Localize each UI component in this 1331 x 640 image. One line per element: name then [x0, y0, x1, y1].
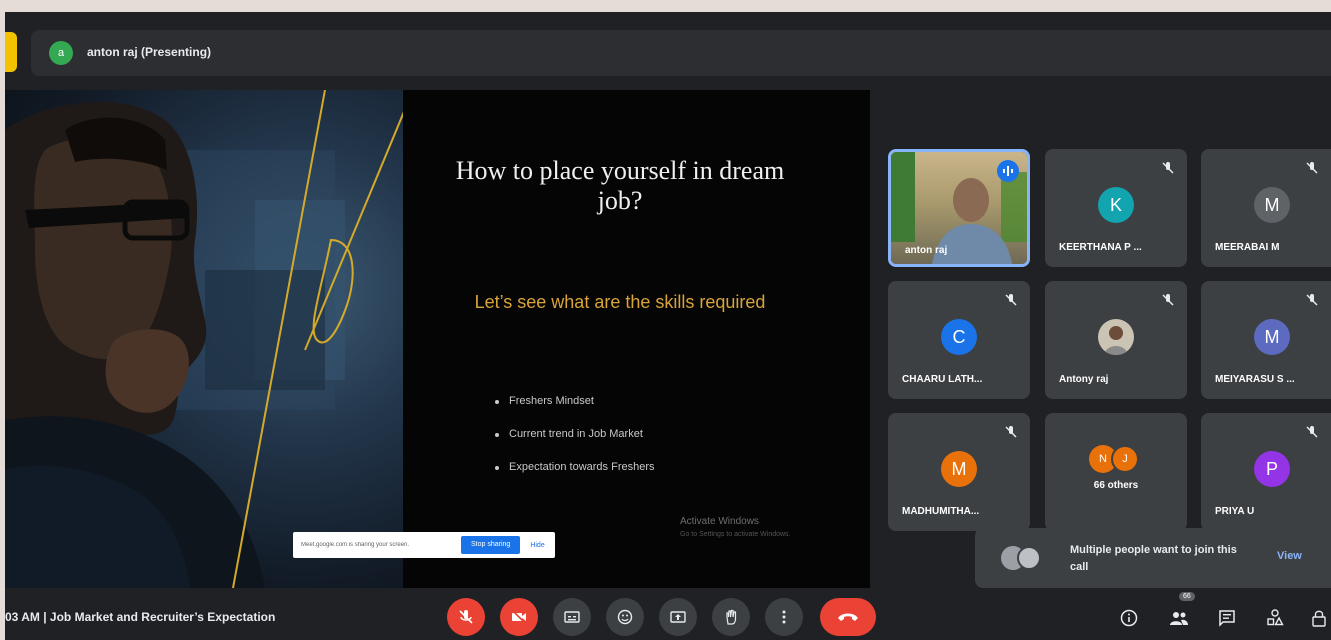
participant-name: MEERABAI M	[1215, 242, 1280, 253]
view-requests-button[interactable]: View	[1277, 550, 1302, 562]
participant-name: KEERTHANA P ...	[1059, 242, 1142, 253]
bottom-control-bar: 03 AM | Job Market and Recruiter’s Expec…	[5, 592, 1331, 640]
others-count-label: 66 others	[1093, 480, 1139, 491]
yellow-side-tab[interactable]	[5, 32, 17, 72]
mic-off-icon	[1005, 426, 1017, 438]
participant-tile-chaaru[interactable]: C CHAARU LATH...	[888, 281, 1030, 399]
more-vert-icon	[782, 610, 786, 624]
slide-photo	[5, 90, 403, 588]
slide-bullet: Current trend in Job Market	[493, 428, 655, 440]
participant-name: PRIYA U	[1215, 506, 1255, 517]
participant-avatar: M	[941, 451, 977, 487]
participant-tile-meiyarasu[interactable]: M MEIYARASU S ...	[1201, 281, 1331, 399]
chat-icon	[1219, 610, 1235, 627]
meeting-time-and-title: 03 AM | Job Market and Recruiter’s Expec…	[5, 610, 276, 624]
reactions-button[interactable]	[606, 598, 644, 636]
participant-tile-others[interactable]: N J 66 others	[1045, 413, 1187, 531]
raise-hand-button[interactable]	[712, 598, 750, 636]
more-options-button[interactable]	[765, 598, 803, 636]
present-screen-button[interactable]	[659, 598, 697, 636]
mic-toggle-button[interactable]	[447, 598, 485, 636]
camera-off-icon	[512, 610, 526, 624]
chat-button[interactable]	[1215, 606, 1239, 630]
end-call-icon	[838, 613, 858, 621]
participant-tile-keerthana[interactable]: K KEERTHANA P ...	[1045, 149, 1187, 267]
participant-avatar: M	[1254, 187, 1290, 223]
join-request-popup: Multiple people want to join this call V…	[975, 528, 1331, 588]
slide-title: How to place yourself in dream job?	[455, 156, 785, 215]
people-count-badge: 66	[1179, 592, 1195, 601]
participant-name: MEIYARASU S ...	[1215, 374, 1295, 385]
host-controls-button[interactable]	[1307, 606, 1331, 630]
presenter-label: anton raj (Presenting)	[87, 45, 212, 59]
participant-tile-priya[interactable]: P PRIYA U	[1201, 413, 1331, 531]
participant-photo-avatar	[1098, 319, 1134, 355]
captions-button[interactable]	[553, 598, 591, 636]
lock-person-icon	[1312, 610, 1326, 627]
participant-avatar: K	[1098, 187, 1134, 223]
mic-off-icon	[459, 610, 473, 624]
mic-off-icon	[1306, 426, 1318, 438]
participant-tile-anton-raj[interactable]: anton raj	[888, 149, 1030, 267]
participant-avatar: P	[1254, 451, 1290, 487]
leave-call-button[interactable]	[820, 598, 876, 636]
participant-name: CHAARU LATH...	[902, 374, 983, 385]
screen-share-banner: Meet.google.com is sharing your screen. …	[293, 532, 555, 558]
participant-name: anton raj	[905, 245, 948, 256]
hide-banner-button[interactable]: Hide	[530, 542, 544, 549]
join-request-text: Multiple people want to join this call	[1070, 544, 1237, 573]
mic-off-icon	[1162, 294, 1174, 306]
captions-icon	[564, 611, 580, 623]
presentation-bar: a anton raj (Presenting)	[31, 30, 1331, 76]
meet-window: a anton raj (Presenting) How to place yo…	[5, 12, 1331, 640]
slide-bullet: Freshers Mindset	[493, 395, 655, 407]
activities-button[interactable]	[1263, 606, 1287, 630]
share-banner-text: Meet.google.com is sharing your screen.	[301, 542, 410, 548]
info-icon	[1120, 609, 1138, 627]
camera-toggle-button[interactable]	[500, 598, 538, 636]
participant-name: MADHUMITHA...	[902, 506, 980, 517]
presented-slide: How to place yourself in dream job? Let’…	[5, 90, 870, 588]
stop-sharing-button[interactable]: Stop sharing	[461, 536, 521, 554]
slide-subtitle: Let’s see what are the skills required	[474, 292, 766, 312]
people-button[interactable]	[1167, 606, 1191, 630]
participant-tile-meerabai[interactable]: M MEERABAI M	[1201, 149, 1331, 267]
presenter-avatar: a	[49, 41, 73, 65]
participant-tile-antony[interactable]: Antony raj	[1045, 281, 1187, 399]
mic-off-icon	[1306, 162, 1318, 174]
slide-bullets: Freshers Mindset Current trend in Job Ma…	[493, 395, 655, 494]
speaking-indicator-icon	[997, 160, 1019, 182]
meeting-details-button[interactable]	[1117, 606, 1141, 630]
others-avatar-stack: N J	[1089, 445, 1143, 473]
waiting-users-icon	[1001, 544, 1051, 572]
activate-windows-hint: Go to Settings to activate Windows.	[680, 531, 791, 538]
participant-avatar: C	[941, 319, 977, 355]
raise-hand-icon	[726, 609, 737, 625]
mic-off-icon	[1005, 294, 1017, 306]
participant-avatar: J	[1111, 445, 1139, 473]
activate-windows-watermark: Activate Windows	[680, 516, 759, 527]
emoji-icon	[617, 609, 633, 625]
mic-off-icon	[1306, 294, 1318, 306]
present-screen-icon	[670, 611, 686, 623]
participant-name: Antony raj	[1059, 374, 1109, 385]
participant-tile-madhumitha[interactable]: M MADHUMITHA...	[888, 413, 1030, 531]
slide-bullet: Expectation towards Freshers	[493, 461, 655, 473]
activities-icon	[1267, 609, 1284, 626]
people-icon	[1170, 612, 1188, 625]
participant-avatar: M	[1254, 319, 1290, 355]
mic-off-icon	[1162, 162, 1174, 174]
